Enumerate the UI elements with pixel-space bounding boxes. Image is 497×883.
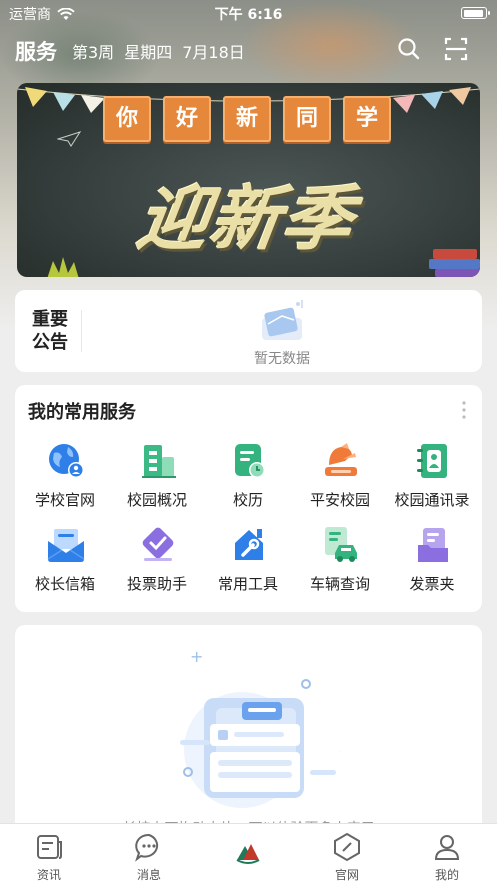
date: 7月18日 [182,43,245,62]
service-label: 校历 [232,491,263,509]
contacts-book-icon [417,444,447,478]
banner-headline: 迎新季 [132,178,360,260]
banner-sign: 同 [283,96,331,142]
service-label: 发票夹 [409,575,455,593]
books-icon [429,249,480,277]
welcome-banner[interactable]: 你 好 新 同 学 迎新季 [17,83,480,277]
tab-website[interactable]: 官网 [307,824,387,883]
banner-sign-row: 你 好 新 同 学 [103,96,391,142]
invoice-folder-icon [418,528,448,562]
tab-news[interactable]: 资讯 [9,824,89,883]
banner-sign: 好 [163,96,211,142]
weekday: 星期四 [124,43,173,62]
tab-label: 消息 [136,868,161,882]
svg-text:+: + [190,650,203,666]
service-common-tools[interactable]: 常用工具 [202,525,294,595]
tab-home[interactable] [208,824,288,883]
service-campus-overview[interactable]: 校园概况 [111,441,203,511]
more-options-icon[interactable] [462,400,466,420]
service-invoice-folder[interactable]: 发票夹 [386,525,478,595]
page-title: 服务 [15,40,57,64]
service-label: 学校官网 [34,491,95,509]
safe-campus-icon [325,443,357,476]
message-icon [135,833,159,862]
services-card: 我的常用服务 学校官网 校园概况 校历 平安校园 校园通讯录 校长信箱 投票助手… [15,385,482,612]
tab-messages[interactable]: 消息 [109,824,189,883]
tab-label: 官网 [334,868,359,882]
svg-text:×: × [338,747,340,761]
calendar-doc-icon [235,444,265,478]
service-label: 校园通讯录 [394,491,470,509]
service-label: 车辆查询 [309,575,370,593]
status-time: 下午 6:16 [214,7,283,23]
home-logo-icon [236,844,260,864]
service-principal-mailbox[interactable]: 校长信箱 [19,525,111,595]
service-label: 常用工具 [217,575,278,593]
empty-data-icon [262,300,303,340]
banner-sign: 新 [223,96,271,142]
paper-plane-icon [57,131,81,147]
notice-empty-text: 暂无数据 [254,351,310,367]
tab-profile[interactable]: 我的 [407,824,487,883]
service-label: 校长信箱 [34,575,95,593]
plant-icon [47,257,79,277]
banner-sign: 学 [343,96,391,142]
divider [81,310,82,352]
empty-apps-illustration: + × [180,650,340,808]
service-safe-campus[interactable]: 平安校园 [294,441,386,511]
banner-sign: 你 [103,96,151,142]
services-title: 我的常用服务 [28,402,136,423]
tab-bar: 资讯 消息 官网 我的 [0,823,497,883]
website-icon [334,832,360,862]
service-contacts[interactable]: 校园通讯录 [386,441,478,511]
date-info: 第3周 星期四 7月18日 [72,39,245,63]
globe-user-icon [49,444,84,478]
news-icon [37,835,62,859]
service-school-calendar[interactable]: 校历 [202,441,294,511]
service-label: 投票助手 [126,575,187,593]
tab-label: 资讯 [36,868,61,882]
mailbox-icon [47,529,85,562]
service-vote-assistant[interactable]: 投票助手 [111,525,203,595]
vote-check-icon [142,527,174,561]
tab-label: 我的 [434,868,459,882]
service-school-website[interactable]: 学校官网 [19,441,111,511]
toolbox-icon [235,529,263,560]
scan-icon[interactable] [443,36,469,62]
notice-card[interactable]: 重要公告 暂无数据 [15,290,482,372]
service-vehicle-query[interactable]: 车辆查询 [294,525,386,595]
page-header: 服务 第3周 星期四 7月18日 [0,32,497,66]
car-query-icon [325,527,357,562]
week-number: 第3周 [72,43,115,62]
search-icon[interactable] [396,36,422,62]
apps-panel: + × 长按上下拖动卡片，可以体验更多小应用 [15,625,482,835]
status-bar: 运营商 下午 6:16 [0,0,497,26]
building-icon [142,445,176,478]
battery-icon [461,7,490,19]
profile-icon [434,835,460,860]
service-label: 校园概况 [126,491,187,509]
service-label: 平安校园 [309,491,370,509]
